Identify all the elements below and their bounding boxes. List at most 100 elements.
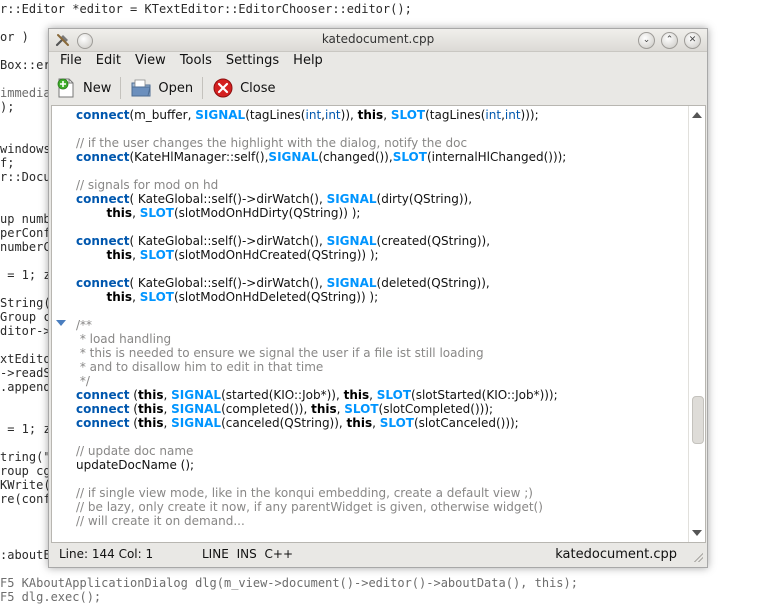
toolbar-separator — [202, 77, 204, 99]
code-line: connect( KateGlobal::self()->dirWatch(),… — [76, 192, 686, 206]
code-line: /** — [76, 318, 686, 332]
code-token: (slotModOnHdCreated(QString)) ); — [173, 248, 379, 262]
code-token: connect — [76, 416, 130, 430]
code-token: connect — [76, 150, 130, 164]
code-line: this, SLOT(slotModOnHdDeleted(QString)) … — [76, 290, 686, 304]
code-token: ( — [129, 416, 138, 430]
kwrite-window: katedocument.cpp ⌄ ⌃ ✕ File Edit View To… — [48, 28, 708, 568]
chevron-up-icon: ⌃ — [665, 35, 674, 45]
background-code-line: KWrite( — [0, 478, 51, 492]
menu-help[interactable]: Help — [287, 51, 329, 71]
folding-gutter[interactable] — [52, 106, 74, 542]
minimize-button[interactable]: ⌄ — [638, 32, 655, 49]
chevron-down-icon: ⌄ — [642, 35, 651, 45]
code-line: connect (this, SIGNAL(completed()), this… — [76, 402, 686, 416]
cursor-position: Line: 144 Col: 1 — [59, 547, 154, 561]
code-token: (m_buffer, — [129, 108, 196, 122]
open-button[interactable]: Open — [124, 75, 199, 101]
code-token: this — [137, 416, 164, 430]
code-token: SLOT — [392, 150, 427, 164]
title-bar[interactable]: katedocument.cpp ⌄ ⌃ ✕ — [49, 29, 707, 52]
code-line: // if single view mode, like in the konq… — [76, 486, 686, 500]
code-token: connect — [76, 276, 130, 290]
code-token: ( KateGlobal::self()->dirWatch(), — [129, 276, 327, 290]
code-token: SIGNAL — [171, 388, 222, 402]
background-code-line: ); — [0, 100, 15, 114]
code-token: (internalHlChanged())); — [426, 150, 567, 164]
code-token: SIGNAL — [326, 192, 377, 206]
code-token: , — [163, 388, 172, 402]
code-line: connect(m_buffer, SIGNAL(tagLines(int,in… — [76, 108, 686, 122]
code-token: /** — [76, 318, 93, 332]
close-icon: ✕ — [688, 35, 697, 45]
background-code-line: .append — [0, 380, 51, 394]
toolbar-separator — [120, 77, 122, 99]
background-code-line: windows — [0, 142, 51, 156]
code-token: // will create it on demand... — [76, 514, 245, 528]
code-token: ( — [129, 402, 138, 416]
window-title: katedocument.cpp — [321, 32, 435, 46]
code-token: this — [343, 388, 370, 402]
close-document-icon — [212, 77, 234, 99]
code-token: // update doc name — [76, 444, 194, 458]
code-token: SIGNAL — [195, 108, 246, 122]
vertical-scrollbar[interactable] — [688, 106, 705, 542]
code-token: , — [383, 108, 391, 122]
background-code-line: r::Editor *editor = KTextEditor::EditorC… — [0, 2, 412, 16]
code-token: int — [324, 108, 341, 122]
background-code-line: or ) — [0, 30, 29, 44]
code-token: (created(QString)), — [376, 234, 491, 248]
menu-bar: File Edit View Tools Settings Help — [49, 51, 707, 71]
scroll-down-icon[interactable] — [692, 530, 702, 536]
scroll-up-icon[interactable] — [692, 112, 702, 118]
code-token: this — [346, 416, 373, 430]
code-token: this — [311, 402, 337, 416]
code-token: ( KateGlobal::self()->dirWatch(), — [129, 192, 327, 206]
maximize-button[interactable]: ⌃ — [661, 32, 678, 49]
code-editor[interactable]: connect(m_buffer, SIGNAL(tagLines(int,in… — [51, 105, 706, 543]
code-token: SLOT — [139, 206, 174, 220]
background-code-line: :aboutE — [0, 548, 51, 562]
menu-view[interactable]: View — [129, 51, 172, 71]
code-token: SIGNAL — [171, 402, 222, 416]
menu-edit[interactable]: Edit — [90, 51, 127, 71]
code-line: connect(KateHlManager::self(),SIGNAL(cha… — [76, 150, 686, 164]
code-token: , — [132, 206, 140, 220]
code-token: (changed()), — [318, 150, 393, 164]
code-token: SLOT — [344, 402, 379, 416]
background-code-line: = 1; z — [0, 422, 51, 436]
code-token: (slotCanceled())); — [413, 416, 519, 430]
code-token: (tagLines( — [245, 108, 306, 122]
code-token: (slotModOnHdDeleted(QString)) ); — [173, 290, 379, 304]
resize-grip-icon[interactable] — [693, 552, 703, 562]
scrollbar-thumb[interactable] — [692, 396, 704, 444]
fold-arrow-icon[interactable] — [56, 320, 66, 326]
code-token: SIGNAL — [326, 234, 377, 248]
code-token: ))); — [520, 108, 539, 122]
code-token: SIGNAL — [326, 276, 377, 290]
menu-tools[interactable]: Tools — [174, 51, 218, 71]
background-code-line: = 1; z — [0, 268, 51, 282]
code-token: this — [106, 206, 133, 220]
code-token: SLOT — [379, 416, 414, 430]
new-button[interactable]: New — [49, 75, 117, 101]
close-window-button[interactable]: ✕ — [684, 32, 701, 49]
background-code-line: xtEdito — [0, 352, 51, 366]
close-button[interactable]: Close — [206, 75, 281, 101]
code-line: connect (this, SIGNAL(canceled(QString))… — [76, 416, 686, 430]
code-text-area[interactable]: connect(m_buffer, SIGNAL(tagLines(int,in… — [76, 108, 686, 540]
code-line: connect (this, SIGNAL(started(KIO::Job*)… — [76, 388, 686, 402]
code-token: * this is needed to ensure we signal the… — [76, 346, 484, 360]
code-token: )) — [340, 108, 351, 122]
code-token: this — [106, 290, 133, 304]
open-label: Open — [158, 80, 194, 96]
menu-settings[interactable]: Settings — [220, 51, 285, 71]
menu-file[interactable]: File — [54, 51, 88, 71]
code-line: * this is needed to ensure we signal the… — [76, 346, 686, 360]
code-token: SLOT — [390, 108, 426, 122]
code-token: // if single view mode, like in the konq… — [76, 486, 533, 500]
code-token: int — [485, 108, 502, 122]
